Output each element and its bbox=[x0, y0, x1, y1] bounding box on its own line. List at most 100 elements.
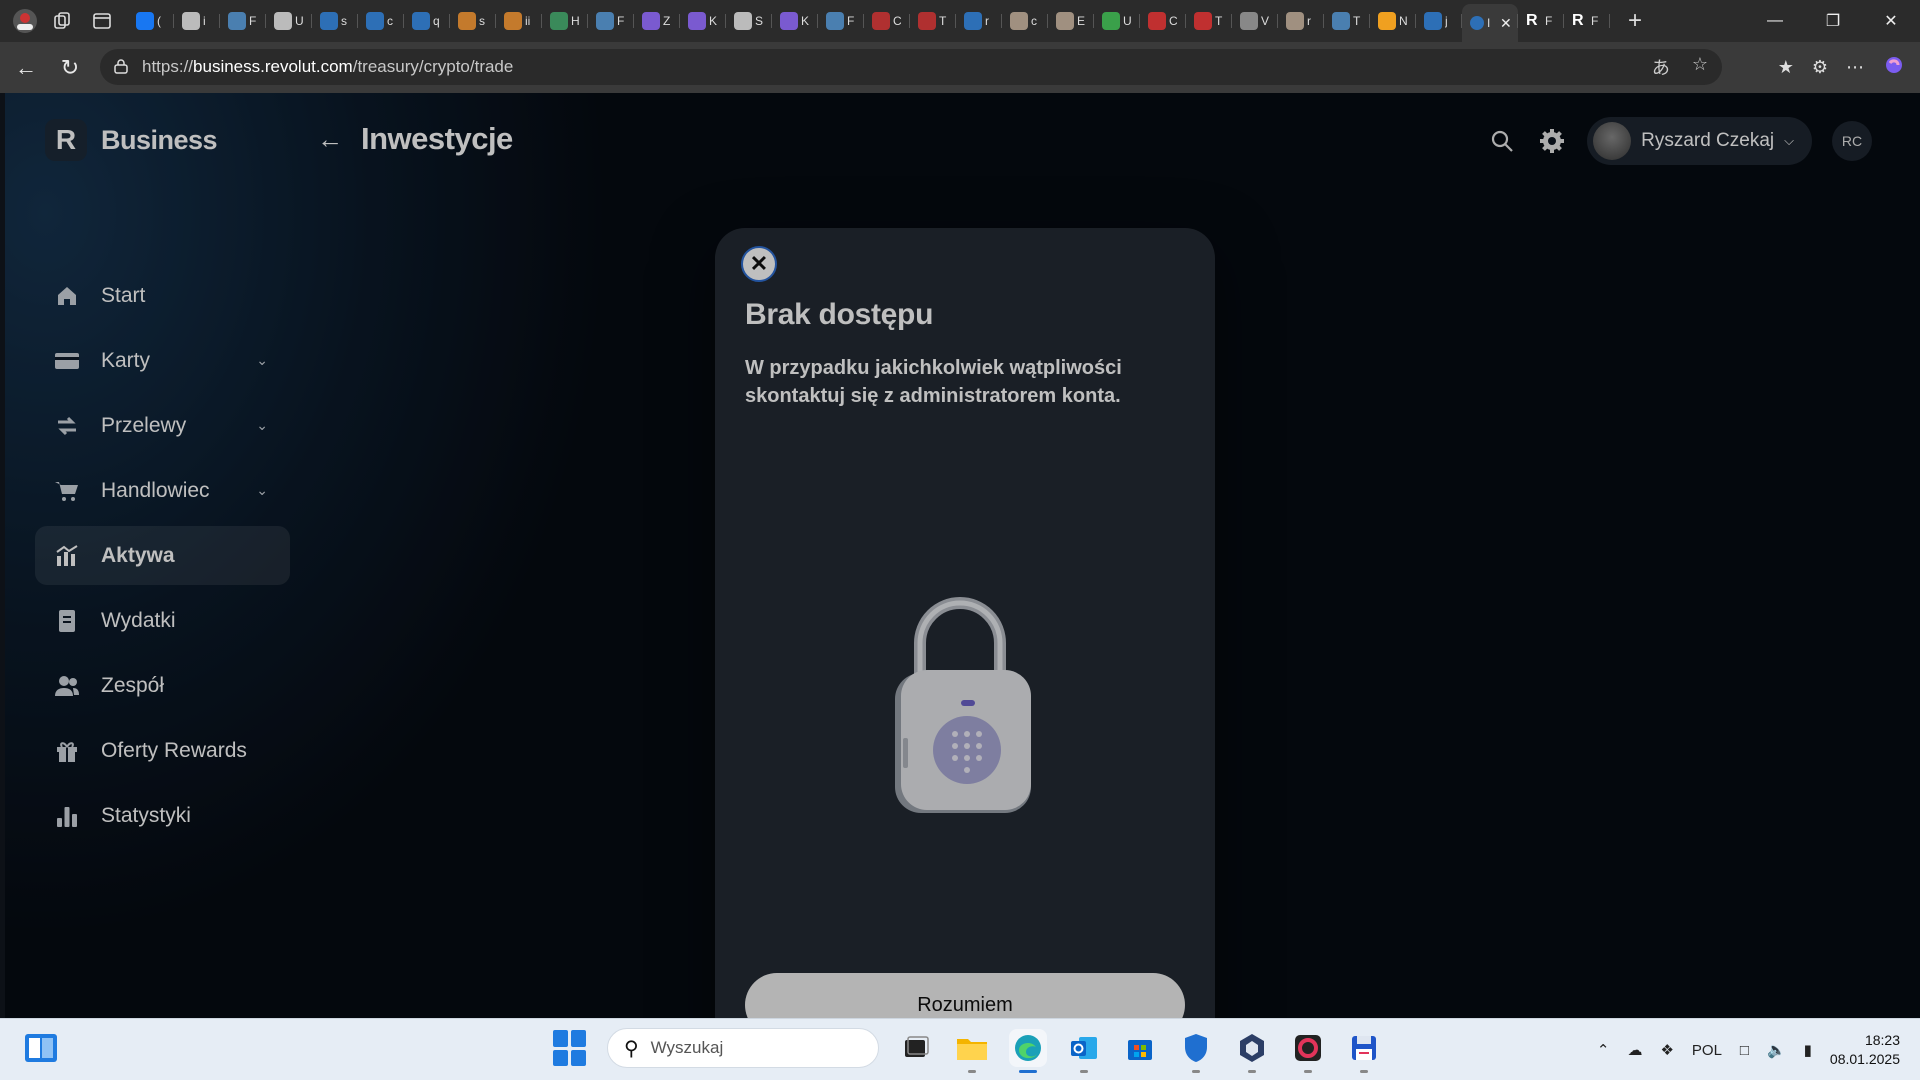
browser-tab[interactable]: j bbox=[1416, 4, 1462, 38]
tab-label: E bbox=[1077, 14, 1085, 28]
sidebar-item-przelewy[interactable]: Przelewy ⌄ bbox=[35, 396, 290, 455]
onedrive-cloud-icon[interactable]: ☁ bbox=[1627, 1041, 1642, 1059]
site-info-icon[interactable] bbox=[114, 58, 134, 77]
photo-app-icon[interactable] bbox=[1289, 1029, 1327, 1073]
browser-tab[interactable]: K bbox=[772, 4, 818, 38]
tab-actions-icon[interactable] bbox=[82, 1, 122, 41]
browser-tab[interactable]: Z bbox=[634, 4, 680, 38]
browser-tab[interactable]: N bbox=[1370, 4, 1416, 38]
defender-shield-icon[interactable] bbox=[1177, 1029, 1215, 1073]
language-indicator[interactable]: POL bbox=[1692, 1042, 1722, 1059]
browser-tab[interactable]: K bbox=[680, 4, 726, 38]
start-button[interactable] bbox=[553, 1030, 589, 1066]
understand-button[interactable]: Rozumiem bbox=[745, 973, 1185, 1018]
clock[interactable]: 18:23 08.01.2025 bbox=[1830, 1031, 1900, 1069]
browser-tab[interactable]: F bbox=[818, 4, 864, 38]
browser-tab[interactable]: i bbox=[174, 4, 220, 38]
browser-tab[interactable]: T bbox=[1324, 4, 1370, 38]
search-icon[interactable] bbox=[1487, 126, 1517, 156]
browser-tab[interactable]: F bbox=[220, 4, 266, 38]
address-bar[interactable]: https://business.revolut.com/treasury/cr… bbox=[100, 49, 1722, 85]
restore-icon[interactable]: ❐ bbox=[1804, 0, 1862, 42]
close-icon[interactable]: ✕ bbox=[741, 246, 777, 282]
sidebar-item-karty[interactable]: Karty ⌄ bbox=[35, 331, 290, 390]
tab-label: r bbox=[1307, 14, 1311, 28]
pinned-tab-1[interactable]: R F bbox=[1518, 4, 1564, 38]
browser-tab[interactable]: C bbox=[1140, 4, 1186, 38]
battery-icon[interactable]: ▮ bbox=[1804, 1041, 1812, 1059]
sidebar-item-start[interactable]: Start bbox=[35, 266, 290, 325]
user-menu[interactable]: Ryszard Czekaj ⌵ bbox=[1587, 117, 1812, 165]
account-initials-avatar[interactable]: RC bbox=[1832, 121, 1872, 161]
sidebar-item-handlowiec[interactable]: Handlowiec ⌄ bbox=[35, 461, 290, 520]
chevron-up-icon[interactable]: ⌃ bbox=[1597, 1041, 1610, 1059]
tab-favicon-icon bbox=[1056, 12, 1074, 30]
reload-icon[interactable]: ↻ bbox=[48, 48, 92, 88]
workspaces-icon[interactable] bbox=[42, 1, 82, 41]
favorites-icon[interactable]: ★ bbox=[1778, 57, 1794, 78]
browser-tab[interactable]: ii bbox=[496, 4, 542, 38]
outlook-icon[interactable] bbox=[1065, 1029, 1103, 1073]
vpn-icon[interactable] bbox=[1233, 1029, 1271, 1073]
browser-tab[interactable]: S bbox=[726, 4, 772, 38]
new-tab-button[interactable]: + bbox=[1620, 7, 1650, 35]
network-icon[interactable]: □ bbox=[1740, 1042, 1749, 1059]
transfer-icon bbox=[53, 412, 81, 440]
browser-tab[interactable]: C bbox=[864, 4, 910, 38]
minimize-icon[interactable]: — bbox=[1746, 0, 1804, 42]
more-menu-icon[interactable]: ⋯ bbox=[1846, 57, 1864, 78]
back-arrow-icon[interactable]: ← bbox=[317, 124, 345, 155]
browser-tab[interactable]: F bbox=[588, 4, 634, 38]
browser-tab[interactable]: c bbox=[358, 4, 404, 38]
browser-tab[interactable]: r bbox=[956, 4, 1002, 38]
dropbox-icon[interactable]: ❖ bbox=[1660, 1041, 1673, 1059]
back-icon[interactable]: ← bbox=[4, 48, 48, 88]
edge-browser-icon[interactable] bbox=[1009, 1029, 1047, 1073]
active-tab[interactable]: I ✕ bbox=[1462, 4, 1518, 42]
clock-date: 08.01.2025 bbox=[1829, 1051, 1900, 1067]
tab-favicon-icon bbox=[642, 12, 660, 30]
gear-icon[interactable] bbox=[1537, 126, 1567, 156]
sidebar-item-wydatki[interactable]: Wydatki bbox=[35, 591, 290, 650]
tab-favicon-icon bbox=[1424, 12, 1442, 30]
browser-tab[interactable]: q bbox=[404, 4, 450, 38]
save-disk-icon[interactable] bbox=[1345, 1029, 1383, 1073]
browser-tab[interactable]: H bbox=[542, 4, 588, 38]
browser-tab[interactable]: c bbox=[1002, 4, 1048, 38]
browser-tab[interactable]: r bbox=[1278, 4, 1324, 38]
sidebar-item-zespol[interactable]: Zespół bbox=[35, 656, 290, 715]
copilot-icon[interactable] bbox=[1882, 53, 1906, 82]
favorite-star-icon[interactable]: ☆ bbox=[1692, 54, 1708, 80]
sidebar-item-oferty-rewards[interactable]: Oferty Rewards bbox=[35, 721, 290, 780]
brand[interactable]: R Business bbox=[45, 119, 218, 161]
receipt-icon bbox=[53, 607, 81, 635]
browser-tab[interactable]: E bbox=[1048, 4, 1094, 38]
browser-tab[interactable]: V bbox=[1232, 4, 1278, 38]
task-view-icon[interactable] bbox=[897, 1029, 935, 1067]
volume-icon[interactable]: 🔈 bbox=[1767, 1041, 1786, 1059]
revolut-favicon-icon: R bbox=[1526, 12, 1538, 29]
close-tab-icon[interactable]: ✕ bbox=[1500, 15, 1512, 32]
sidebar-item-statystyki[interactable]: Statystyki bbox=[35, 786, 290, 845]
profile-icon[interactable] bbox=[8, 4, 42, 38]
extensions-icon[interactable]: ⚙ bbox=[1812, 57, 1828, 78]
pinned-tab-2[interactable]: R F bbox=[1564, 4, 1610, 38]
widgets-icon[interactable] bbox=[24, 1033, 58, 1063]
close-window-icon[interactable]: ✕ bbox=[1862, 0, 1920, 42]
tab-favicon-icon bbox=[1010, 12, 1028, 30]
store-icon[interactable] bbox=[1121, 1029, 1159, 1067]
translate-icon[interactable]: あ bbox=[1652, 54, 1670, 80]
header-actions: Ryszard Czekaj ⌵ RC bbox=[1487, 117, 1872, 165]
browser-tab[interactable]: U bbox=[1094, 4, 1140, 38]
tab-strip: (i F Us c q s ii H F Z K S K F C Tr c E U C T Vr T Nj bbox=[128, 0, 1462, 42]
browser-tab[interactable]: T bbox=[910, 4, 956, 38]
taskbar-search[interactable]: ⚲ Wyszukaj bbox=[607, 1028, 879, 1068]
browser-tab[interactable]: ( bbox=[128, 4, 174, 38]
browser-tab[interactable]: U bbox=[266, 4, 312, 38]
sidebar-item-aktywa[interactable]: Aktywa bbox=[35, 526, 290, 585]
browser-tab[interactable]: T bbox=[1186, 4, 1232, 38]
browser-tab[interactable]: s bbox=[450, 4, 496, 38]
sidebar-item-label: Aktywa bbox=[101, 543, 175, 567]
browser-tab[interactable]: s bbox=[312, 4, 358, 38]
file-explorer-icon[interactable] bbox=[953, 1029, 991, 1073]
